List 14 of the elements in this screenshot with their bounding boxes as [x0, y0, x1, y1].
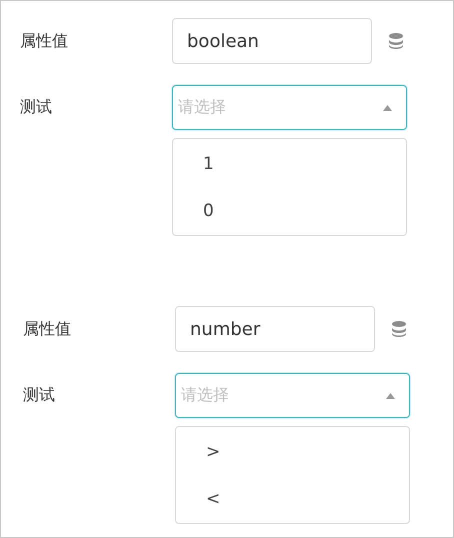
field-label: 测试	[23, 385, 56, 406]
field-label: 测试	[20, 97, 53, 118]
dropdown-option[interactable]: <	[176, 475, 409, 522]
dropdown-option[interactable]: >	[176, 428, 409, 475]
input-field[interactable]: boolean	[172, 18, 372, 64]
input-field[interactable]: number	[175, 306, 375, 352]
field-label: 属性值	[23, 318, 72, 340]
dropdown-option[interactable]: 0	[173, 187, 406, 234]
field-label: 属性值	[20, 30, 69, 52]
dropdown-option[interactable]: 1	[173, 140, 406, 187]
caret-icon	[386, 392, 395, 398]
database-icon[interactable]	[389, 33, 403, 49]
database-icon[interactable]	[392, 321, 406, 337]
caret-icon	[383, 104, 392, 110]
